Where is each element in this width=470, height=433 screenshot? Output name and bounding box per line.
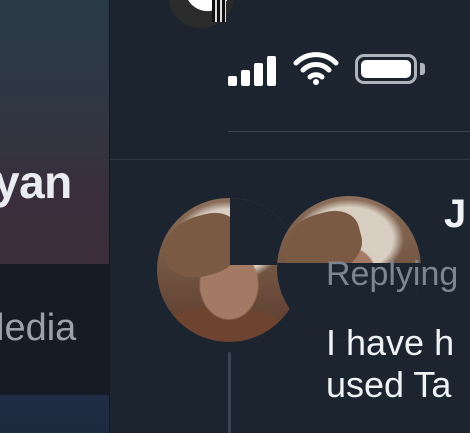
divider [228,131,470,132]
battery-cap [420,63,425,75]
thread-line [228,352,231,433]
tab-media[interactable]: ledia [0,307,76,350]
status-bar [110,0,470,160]
cellular-signal-icon [228,54,278,86]
post-author-name[interactable]: J [444,192,466,237]
profile-panel: yan ledia [0,0,109,433]
replying-to-label: Replying [326,255,459,293]
post-text: I have h used Ta [326,322,454,406]
post-text-line: used Ta [326,364,452,405]
battery-icon [355,54,417,84]
divider [110,159,470,160]
profile-banner [0,0,109,264]
media-thumbnail[interactable] [0,395,109,433]
wifi-icon [293,52,339,85]
post-text-line: I have h [326,322,455,363]
battery-level [361,60,411,78]
profile-name: yan [0,156,72,208]
